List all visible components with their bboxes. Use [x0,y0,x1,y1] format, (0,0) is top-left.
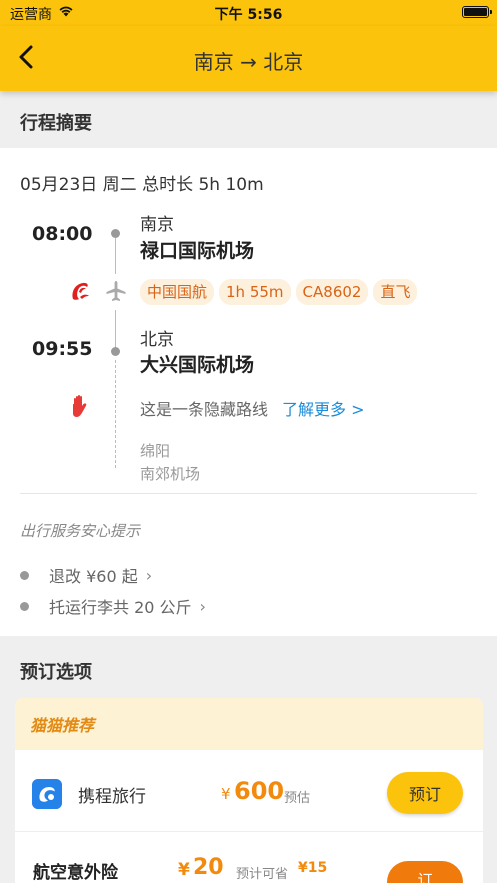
trip-date-duration: 05月23日 周二 总时长 5h 10m [20,175,264,195]
recommend-banner: 猫猫推荐 [15,698,483,750]
tag-direct: 直飞 [373,279,418,305]
tip-refund-label: 退改 ¥60 起 [49,567,138,586]
tip-refund[interactable]: 退改 ¥60 起 › [20,563,152,587]
chevron-right-icon: › [199,596,206,616]
insurance-row: 航空意外险 ¥ 20 预计可省 ¥15 订 [15,832,483,883]
price-currency: ¥ [221,785,231,803]
insurance-price: 20 [193,855,224,880]
insurance-save-note: 预计可省 [236,867,289,882]
departure-time: 08:00 [32,223,93,245]
page-title: 南京 → 北京 [193,50,304,74]
itinerary-summary: 05月23日 周二 总时长 5h 10m 08:00 南京 禄口国际机场 中国国… [0,148,497,636]
air-china-logo-icon [72,282,89,300]
plane-icon [106,281,126,301]
departure-airport: 禄口国际机场 [140,240,255,262]
summary-heading: 行程摘要 [20,113,92,134]
bullet-dot [20,601,29,611]
departure-city: 南京 [140,215,174,235]
price-value: 600 [234,777,285,805]
clock: 下午 5:56 [214,7,283,23]
arrival-city: 北京 [140,330,174,350]
tag-airline: 中国国航 [140,279,215,305]
nav-bar: 南京 → 北京 [0,26,497,91]
arrival-dot [111,347,120,356]
battery-icon [462,6,492,18]
timeline-line [115,238,116,274]
arrival-time: 09:55 [32,338,93,360]
insurance-save-amount: ¥15 [298,860,328,876]
learn-more-link[interactable]: 了解更多 > [282,396,365,420]
price-estimate-note: 预估 [284,791,311,806]
hand-stop-icon [73,394,87,417]
ctrip-logo-icon [32,779,62,809]
tip-baggage-label: 托运行李共 20 公斤 [49,598,192,617]
insurance-name: 航空意外险 [33,863,118,883]
status-bar: 运营商 下午 5:56 [0,0,497,26]
departure-dot [111,229,120,238]
booking-header: 预订选项 [0,640,497,697]
hidden-route-line [115,360,116,468]
flight-tags: 中国国航 1h 55m CA8602 直飞 [140,279,422,305]
bullet-dot [20,570,29,580]
divider [20,493,477,494]
tag-flight-number: CA8602 [295,279,369,305]
insurance-book-button[interactable]: 订 [387,861,463,883]
insurance-currency: ¥ [178,860,190,880]
recommend-label: 猫猫推荐 [30,716,95,735]
vendor-row: 携程旅行 ¥ 600 预估 预订 [15,750,483,832]
hidden-route-notice: 这是一条隐藏路线 [140,400,269,419]
vendor-name: 携程旅行 [78,787,146,807]
chevron-right-icon: › [145,565,153,585]
tag-duration: 1h 55m [219,279,291,305]
hidden-stop-airport: 南郊机场 [140,465,201,483]
summary-header: 行程摘要 [0,91,497,148]
hidden-stop-city: 绵阳 [140,442,171,460]
timeline-line [115,310,116,350]
booking-options-card: 猫猫推荐 携程旅行 ¥ 600 预估 预订 航空意外险 ¥ 20 预计可省 ¥1… [15,698,483,883]
booking-heading: 预订选项 [20,662,92,683]
arrival-airport: 大兴国际机场 [140,354,255,376]
book-button[interactable]: 预订 [387,772,463,814]
tip-baggage[interactable]: 托运行李共 20 公斤 › [20,594,206,618]
service-tips-title: 出行服务安心提示 [20,522,141,540]
